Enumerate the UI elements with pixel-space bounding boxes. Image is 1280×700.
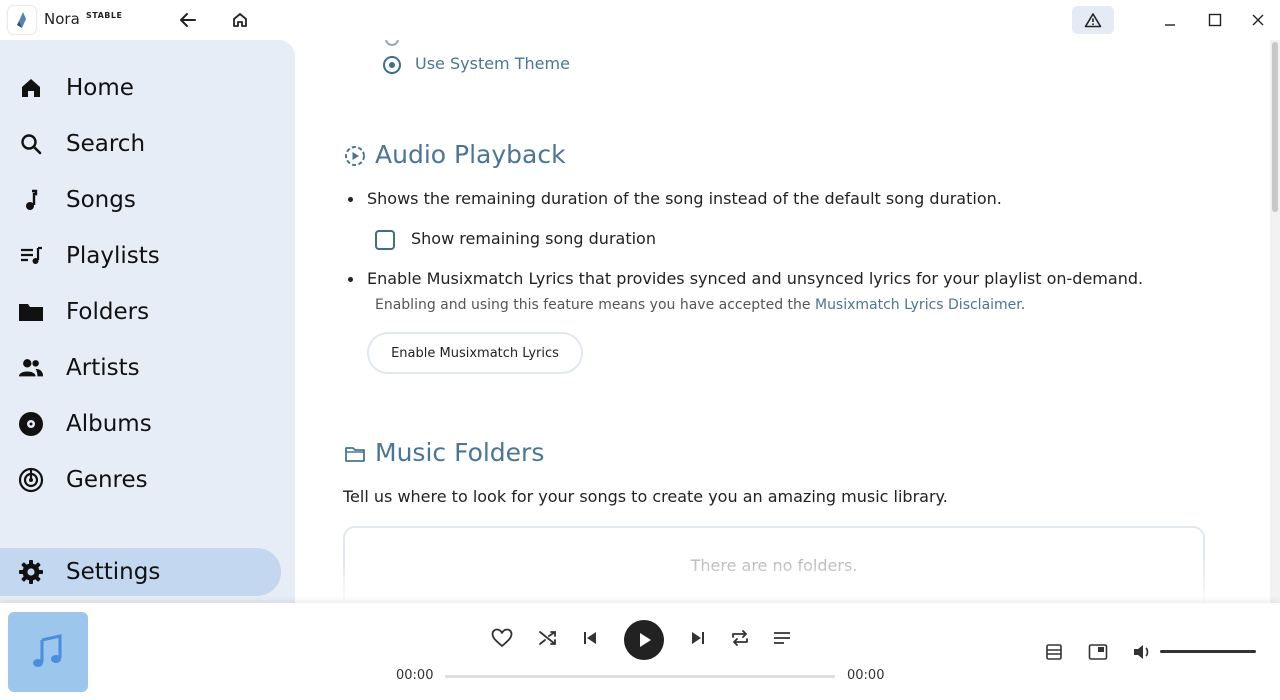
queue-button[interactable] [769, 625, 795, 651]
sidebar-item-label: Settings [66, 559, 161, 585]
sidebar-item-label: Home [66, 75, 134, 101]
next-button[interactable] [685, 625, 711, 651]
gear-icon [18, 559, 44, 585]
folder-icon [18, 299, 44, 325]
title-bar: Nora STABLE [0, 0, 1280, 40]
alert-button[interactable] [1072, 6, 1114, 34]
genre-icon [18, 467, 44, 493]
shuffle-icon [539, 631, 556, 645]
volume-button[interactable] [1131, 641, 1153, 663]
close-button[interactable] [1246, 8, 1270, 32]
system-theme-radio[interactable] [383, 56, 401, 74]
maximize-icon [1208, 13, 1222, 27]
song-cover[interactable] [8, 612, 88, 692]
music-folders-desc: Tell us where to look for your songs to … [343, 487, 948, 506]
app-logo [8, 6, 36, 34]
sidebar: Home Search Songs Playlists Folders Arti… [0, 40, 295, 603]
disclaimer-prefix: Enabling and using this feature means yo… [375, 297, 815, 313]
sidebar-item-label: Search [66, 131, 146, 157]
warning-icon [1084, 13, 1102, 28]
total-time: 00:00 [847, 668, 885, 683]
release-badge: STABLE [86, 11, 123, 20]
mini-player-button[interactable] [1087, 641, 1109, 663]
theme-radio-previous[interactable] [385, 40, 399, 46]
sidebar-item-genres[interactable]: Genres [0, 456, 281, 504]
sidebar-item-home[interactable]: Home [0, 64, 281, 112]
heart-outline-icon [491, 628, 513, 647]
bullet [348, 277, 353, 282]
volume-slider[interactable] [1160, 650, 1256, 653]
lines-icon [774, 632, 790, 644]
sidebar-item-songs[interactable]: Songs [0, 176, 281, 224]
skip-previous-icon [584, 632, 596, 644]
disclaimer-suffix: . [1020, 297, 1026, 313]
radio-selected-dot [389, 62, 395, 68]
skip-next-icon [692, 632, 704, 644]
arrow-left-icon [180, 13, 196, 27]
musixmatch-desc: Enable Musixmatch Lyrics that provides s… [367, 269, 1144, 288]
close-icon [1252, 14, 1264, 26]
album-icon [18, 411, 44, 437]
lyrics-button[interactable] [1043, 641, 1065, 663]
sidebar-item-artists[interactable]: Artists [0, 344, 281, 392]
repeat-button[interactable] [727, 625, 753, 651]
folder-outline-icon [343, 442, 367, 466]
picture-in-picture-icon [1088, 644, 1108, 660]
scrollbar-thumb[interactable] [1272, 42, 1278, 212]
musixmatch-disclaimer: Enabling and using this feature means yo… [375, 297, 1025, 313]
shuffle-button[interactable] [535, 625, 561, 651]
sidebar-item-playlists[interactable]: Playlists [0, 232, 281, 280]
no-folders-message: There are no folders. [690, 556, 858, 575]
home-icon [18, 75, 44, 101]
current-time: 00:00 [396, 668, 434, 683]
maximize-button[interactable] [1203, 8, 1227, 32]
volume-icon [1134, 645, 1149, 659]
app-name: Nora [44, 10, 80, 28]
sidebar-item-label: Genres [66, 467, 148, 493]
music-folders-title: Music Folders [375, 438, 545, 467]
bullet [348, 197, 353, 202]
remaining-duration-checkbox[interactable] [375, 230, 395, 250]
folders-list: There are no folders. [343, 526, 1205, 603]
sidebar-item-albums[interactable]: Albums [0, 400, 281, 448]
sidebar-item-search[interactable]: Search [0, 120, 281, 168]
musixmatch-disclaimer-link[interactable]: Musixmatch Lyrics Disclaimer [815, 297, 1021, 313]
settings-content: Use System Theme Audio Playback Shows th… [295, 40, 1267, 603]
previous-button[interactable] [577, 625, 603, 651]
back-button[interactable] [176, 8, 200, 32]
repeat-icon [732, 630, 748, 646]
play-circle-dashed-icon [343, 144, 367, 168]
sidebar-item-label: Folders [66, 299, 150, 325]
system-theme-label: Use System Theme [415, 54, 570, 73]
nora-logo-icon [17, 12, 26, 28]
player-bar: 00:00 00:00 [0, 603, 1280, 700]
seek-bar[interactable] [445, 675, 835, 678]
sidebar-item-label: Artists [66, 355, 140, 381]
people-icon [18, 355, 44, 381]
search-icon [18, 131, 44, 157]
sidebar-item-settings[interactable]: Settings [0, 548, 281, 596]
remaining-duration-label[interactable]: Show remaining song duration [411, 229, 656, 248]
play-icon [640, 633, 651, 647]
music-note-icon [18, 187, 44, 213]
like-button[interactable] [489, 625, 515, 651]
minimize-icon [1165, 24, 1175, 26]
home-button[interactable] [228, 8, 252, 32]
minimize-button[interactable] [1158, 8, 1182, 32]
sidebar-item-label: Songs [66, 187, 136, 213]
list-box-icon [1046, 644, 1062, 660]
remaining-duration-desc: Shows the remaining duration of the song… [367, 189, 1002, 208]
sidebar-item-folders[interactable]: Folders [0, 288, 281, 336]
playlist-icon [18, 243, 44, 269]
sidebar-item-label: Playlists [66, 243, 160, 269]
home-outline-icon [233, 13, 247, 27]
audio-playback-title: Audio Playback [375, 140, 566, 169]
music-note-cover-icon [33, 634, 62, 667]
enable-musixmatch-button[interactable]: Enable Musixmatch Lyrics [367, 332, 583, 374]
play-button[interactable] [624, 620, 664, 660]
sidebar-item-label: Albums [66, 411, 152, 437]
